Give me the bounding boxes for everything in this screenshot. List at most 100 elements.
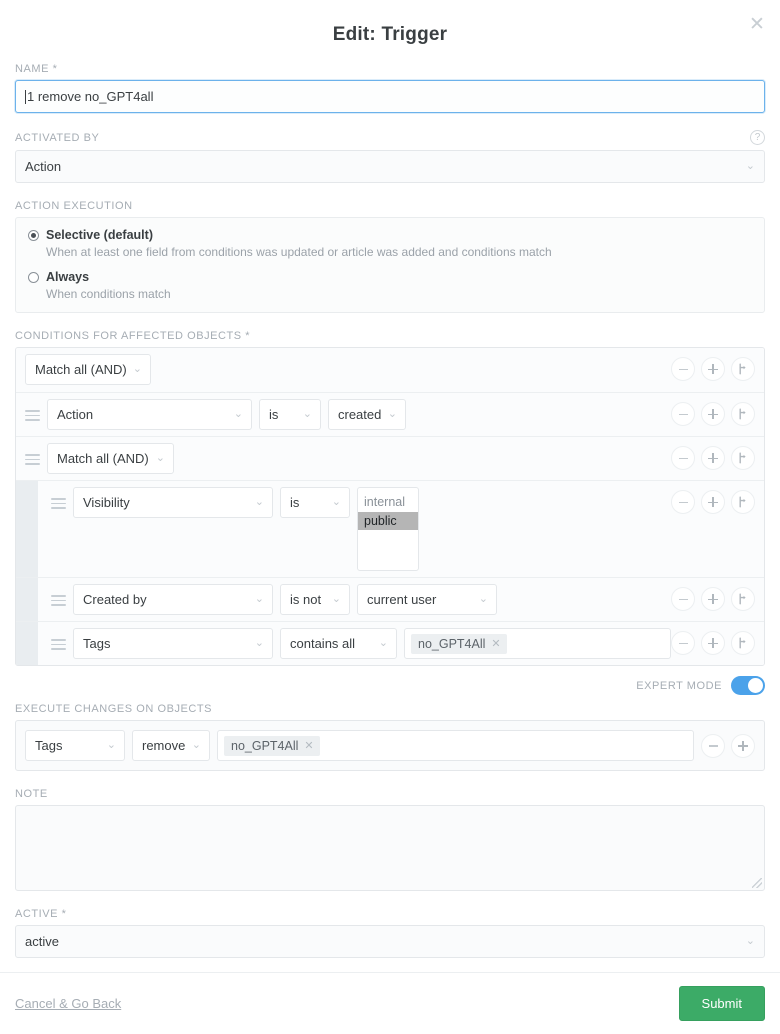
activated-by-label: ACTIVATED BY (15, 131, 100, 144)
add-condition-button[interactable] (701, 446, 725, 471)
remove-condition-button[interactable] (671, 446, 695, 471)
cancel-and-go-back-link[interactable]: Cancel & Go Back (15, 996, 121, 1011)
chevron-down-icon: ⌄ (745, 159, 755, 172)
row-actions (671, 402, 755, 427)
tag-remove-icon[interactable]: ✕ (304, 739, 313, 752)
active-select[interactable]: active ⌄ (15, 925, 765, 959)
radio-always-desc: When conditions match (46, 286, 171, 301)
condition-attribute-select-tags[interactable]: Tags ⌄ (73, 628, 273, 660)
execute-tags-input[interactable]: no_GPT4All ✕ (217, 730, 694, 762)
drag-handle-icon[interactable] (25, 448, 40, 470)
remove-change-button[interactable] (701, 733, 725, 758)
condition-operator-select-visibility[interactable]: is ⌄ (280, 487, 350, 519)
drag-handle-icon[interactable] (51, 633, 66, 655)
name-input[interactable]: 1 remove no_GPT4all (14, 79, 766, 114)
condition-match-value-root: Match all (AND) (35, 362, 127, 378)
chevron-down-icon: ⌄ (745, 934, 755, 947)
add-condition-button[interactable] (701, 402, 725, 427)
execute-attribute-value: Tags (35, 738, 63, 754)
tag-remove-icon[interactable]: ✕ (491, 637, 500, 650)
condition-match-select-root[interactable]: Match all (AND) ⌄ (25, 354, 151, 386)
drag-handle-icon[interactable] (51, 589, 66, 611)
add-subgroup-branch-icon[interactable] (731, 490, 755, 515)
condition-attribute-select-action[interactable]: Action ⌄ (47, 399, 252, 431)
radio-option-selective[interactable]: Selective (default) When at least one fi… (28, 227, 752, 260)
add-condition-button[interactable] (701, 587, 725, 612)
condition-attribute-value-action: Action (57, 407, 94, 423)
drag-handle-icon[interactable] (25, 404, 40, 426)
expert-mode-toggle[interactable] (731, 676, 765, 696)
modal-body: NAME * 1 remove no_GPT4all ACTIVATED BY … (0, 63, 780, 959)
tag-chip[interactable]: no_GPT4All ✕ (411, 633, 507, 654)
add-condition-button[interactable] (701, 490, 725, 515)
add-subgroup-branch-icon[interactable] (731, 587, 755, 612)
listbox-option-internal[interactable]: internal (358, 493, 418, 511)
chevron-down-icon: ⌄ (191, 738, 201, 751)
condition-operator-value-visibility: is (290, 495, 300, 511)
action-execution-label: ACTION EXECUTION (15, 200, 133, 212)
conditions-tree: Match all (AND) ⌄ Action ⌄ is ⌄ created … (15, 347, 765, 667)
condition-operator-select-action[interactable]: is ⌄ (259, 399, 321, 431)
add-subgroup-branch-icon[interactable] (731, 631, 755, 656)
add-subgroup-branch-icon[interactable] (731, 402, 755, 427)
row-actions (671, 631, 755, 656)
condition-match-value-nested: Match all (AND) (57, 451, 149, 467)
remove-condition-button[interactable] (671, 490, 695, 515)
active-value: active (25, 934, 59, 950)
condition-attribute-value-visibility: Visibility (83, 495, 130, 511)
execute-operator-select[interactable]: remove ⌄ (132, 730, 210, 762)
add-subgroup-branch-icon[interactable] (731, 357, 755, 382)
condition-operator-select-tags[interactable]: contains all ⌄ (280, 628, 397, 660)
add-subgroup-branch-icon[interactable] (731, 446, 755, 471)
remove-condition-button[interactable] (671, 587, 695, 612)
condition-attribute-value-tags: Tags (83, 636, 111, 652)
activated-by-label-row: ACTIVATED BY ? (15, 130, 765, 145)
condition-value-select-action[interactable]: created ⌄ (328, 399, 406, 431)
activated-by-select[interactable]: Action ⌄ (15, 150, 765, 183)
action-execution-panel: Selective (default) When at least one fi… (15, 217, 765, 314)
submit-button[interactable]: Submit (678, 986, 765, 1021)
chevron-down-icon: ⌄ (233, 407, 243, 420)
tag-chip[interactable]: no_GPT4All ✕ (224, 735, 320, 756)
condition-row-group-nested: Match all (AND) ⌄ (16, 436, 764, 481)
condition-attribute-select-created-by[interactable]: Created by ⌄ (73, 584, 273, 616)
remove-condition-button[interactable] (671, 357, 695, 382)
add-condition-button[interactable] (701, 357, 725, 382)
chevron-down-icon: ⌄ (254, 592, 264, 605)
condition-value-action: created (338, 407, 382, 423)
condition-value-select-created-by[interactable]: current user ⌄ (357, 584, 497, 616)
add-condition-button[interactable] (701, 631, 725, 656)
note-textarea[interactable] (15, 805, 765, 892)
remove-condition-button[interactable] (671, 631, 695, 656)
chevron-down-icon: ⌄ (378, 636, 388, 649)
close-icon[interactable]: ✕ (746, 14, 768, 36)
execute-row-actions (701, 733, 755, 758)
drag-handle-icon[interactable] (51, 492, 66, 514)
condition-operator-value-created-by: is not (290, 592, 322, 608)
condition-row-visibility: Visibility ⌄ is ⌄ internal public (16, 480, 764, 578)
condition-attribute-select-visibility[interactable]: Visibility ⌄ (73, 487, 273, 519)
radio-always-title: Always (46, 270, 90, 285)
text-caret (25, 89, 26, 104)
condition-operator-select-created-by[interactable]: is not ⌄ (280, 584, 350, 616)
condition-row-created-by: Created by ⌄ is not ⌄ current user ⌄ (16, 577, 764, 622)
help-circle-icon[interactable]: ? (750, 130, 765, 145)
radio-option-always[interactable]: Always When conditions match (28, 269, 752, 302)
execute-attribute-select[interactable]: Tags ⌄ (25, 730, 125, 762)
chevron-down-icon: ⌄ (331, 495, 341, 508)
activated-by-value: Action (25, 159, 62, 174)
add-change-button[interactable] (731, 733, 755, 758)
radio-always-icon[interactable] (28, 272, 39, 284)
active-label: ACTIVE * (15, 908, 67, 921)
condition-value-listbox-visibility[interactable]: internal public (357, 487, 419, 572)
expert-mode-label: EXPERT MODE (636, 679, 722, 692)
condition-match-select-nested[interactable]: Match all (AND) ⌄ (47, 443, 174, 475)
remove-condition-button[interactable] (671, 402, 695, 427)
listbox-option-public[interactable]: public (358, 511, 418, 530)
radio-selective-icon[interactable] (28, 230, 39, 241)
resize-handle[interactable] (752, 878, 762, 889)
chevron-down-icon: ⌄ (254, 636, 264, 649)
chevron-down-icon: ⌄ (478, 592, 488, 605)
chevron-down-icon: ⌄ (132, 362, 142, 375)
condition-tags-input[interactable]: no_GPT4All ✕ (404, 628, 671, 660)
